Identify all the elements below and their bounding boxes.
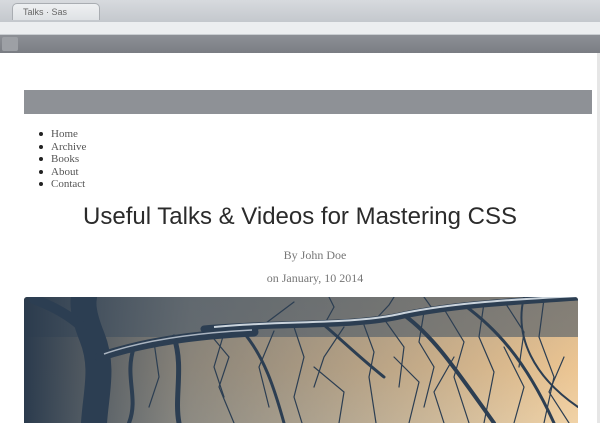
site-nav: Home Archive Books About Contact	[38, 128, 86, 191]
site-header-bar	[24, 90, 592, 114]
back-button[interactable]	[2, 37, 18, 51]
browser-address-bar[interactable]	[0, 35, 600, 53]
browser-tab[interactable]: Talks · Sas	[12, 3, 100, 20]
post-date: on January, 10 2014	[266, 271, 364, 285]
nav-item-about[interactable]: About	[38, 166, 86, 179]
hero-image	[24, 297, 578, 423]
nav-item-home[interactable]: Home	[38, 128, 86, 141]
post-title: Useful Talks & Videos for Mastering CSS	[83, 203, 517, 230]
hero-image-art	[24, 297, 578, 423]
nav-item-archive[interactable]: Archive	[38, 141, 86, 154]
browser-toolbar	[0, 22, 600, 35]
nav-item-books[interactable]: Books	[38, 153, 86, 166]
browser-tab-title: Talks · Sas	[23, 7, 68, 17]
post-byline: By John Doe	[283, 248, 347, 262]
nav-item-contact[interactable]: Contact	[38, 178, 86, 191]
browser-tab-bar: Talks · Sas	[0, 0, 600, 22]
